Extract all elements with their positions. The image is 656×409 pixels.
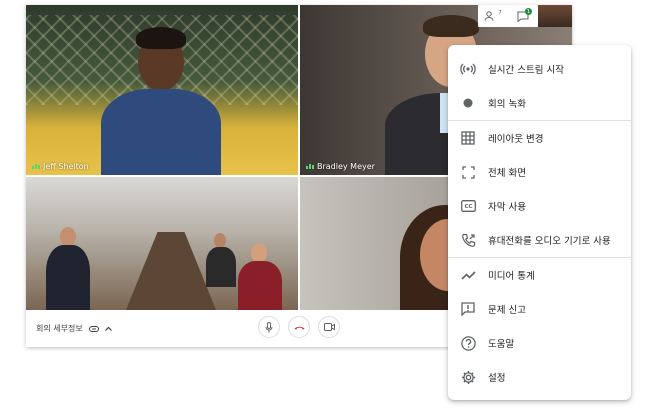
menu-item-report-problem[interactable]: 문제 신고 <box>448 292 631 326</box>
menu-item-label: 설정 <box>488 373 506 384</box>
people-button[interactable]: 7 <box>478 5 508 27</box>
meeting-details-label: 회의 세부정보 <box>36 324 83 333</box>
chat-button[interactable]: 1 <box>508 5 538 27</box>
menu-item-label: 전체 화면 <box>488 168 526 179</box>
settings-icon <box>460 369 476 385</box>
link-icon <box>88 325 99 332</box>
captions-icon: CC <box>460 198 476 214</box>
menu-item-label: 레이아웃 변경 <box>488 134 544 145</box>
hangup-button[interactable] <box>288 316 310 338</box>
camera-icon <box>323 323 335 331</box>
menu-item-fullscreen[interactable]: 전체 화면 <box>448 155 631 189</box>
report-icon <box>460 301 476 317</box>
menu-item-settings[interactable]: 설정 <box>448 360 631 394</box>
participant-name-tag: Jeff Shelton <box>32 162 89 171</box>
video-tile-1[interactable]: Jeff Shelton <box>26 5 298 175</box>
trending-icon <box>460 267 476 283</box>
hangup-icon <box>294 326 304 329</box>
video-tile-3[interactable] <box>26 177 298 310</box>
menu-item-live-stream[interactable]: 실시간 스트림 시작 <box>448 52 631 86</box>
people-count: 7 <box>498 10 502 16</box>
svg-text:CC: CC <box>464 204 472 210</box>
microphone-icon <box>265 321 273 332</box>
audio-level-icon <box>306 164 314 169</box>
chevron-up-icon <box>104 326 112 331</box>
menu-item-captions[interactable]: CC 자막 사용 <box>448 189 631 223</box>
fullscreen-icon <box>460 164 476 180</box>
participant-name: Bradley Meyer <box>317 162 375 171</box>
phone-audio-icon <box>460 232 476 248</box>
meeting-details-button[interactable]: 회의 세부정보 <box>36 323 112 334</box>
participant-video <box>60 227 76 247</box>
top-bar-icons: 7 1 <box>478 5 572 27</box>
menu-item-label: 문제 신고 <box>488 305 526 316</box>
audio-level-icon <box>32 164 40 169</box>
people-icon <box>484 11 494 21</box>
menu-item-label: 도움말 <box>488 339 515 350</box>
participant-name: Jeff Shelton <box>43 162 89 171</box>
menu-item-label: 회의 녹화 <box>488 99 526 110</box>
record-icon <box>460 95 476 111</box>
participant-name-tag: Bradley Meyer <box>306 162 375 171</box>
menu-item-phone-audio[interactable]: 휴대전화를 오디오 기기로 사용 <box>448 223 631 257</box>
chat-badge: 1 <box>525 8 532 15</box>
live-stream-icon <box>460 61 476 77</box>
mic-button[interactable] <box>258 316 280 338</box>
participant-video <box>96 25 226 175</box>
menu-item-label: 미디어 통계 <box>488 271 535 282</box>
more-options-menu: 실시간 스트림 시작 회의 녹화 레이아웃 변경 전체 화면 CC 자막 사용 … <box>448 45 631 400</box>
camera-button[interactable] <box>318 316 340 338</box>
menu-item-record[interactable]: 회의 녹화 <box>448 86 631 120</box>
menu-item-help[interactable]: 도움말 <box>448 326 631 360</box>
menu-item-change-layout[interactable]: 레이아웃 변경 <box>448 121 631 155</box>
grid-layout-icon <box>460 130 476 146</box>
menu-item-media-stats[interactable]: 미디어 통계 <box>448 258 631 292</box>
help-icon <box>460 335 476 351</box>
menu-item-label: 휴대전화를 오디오 기기로 사용 <box>488 236 611 247</box>
menu-item-label: 자막 사용 <box>488 202 526 213</box>
menu-item-label: 실시간 스트림 시작 <box>488 65 564 76</box>
conference-table <box>126 232 216 310</box>
self-view-thumbnail[interactable] <box>538 5 572 27</box>
